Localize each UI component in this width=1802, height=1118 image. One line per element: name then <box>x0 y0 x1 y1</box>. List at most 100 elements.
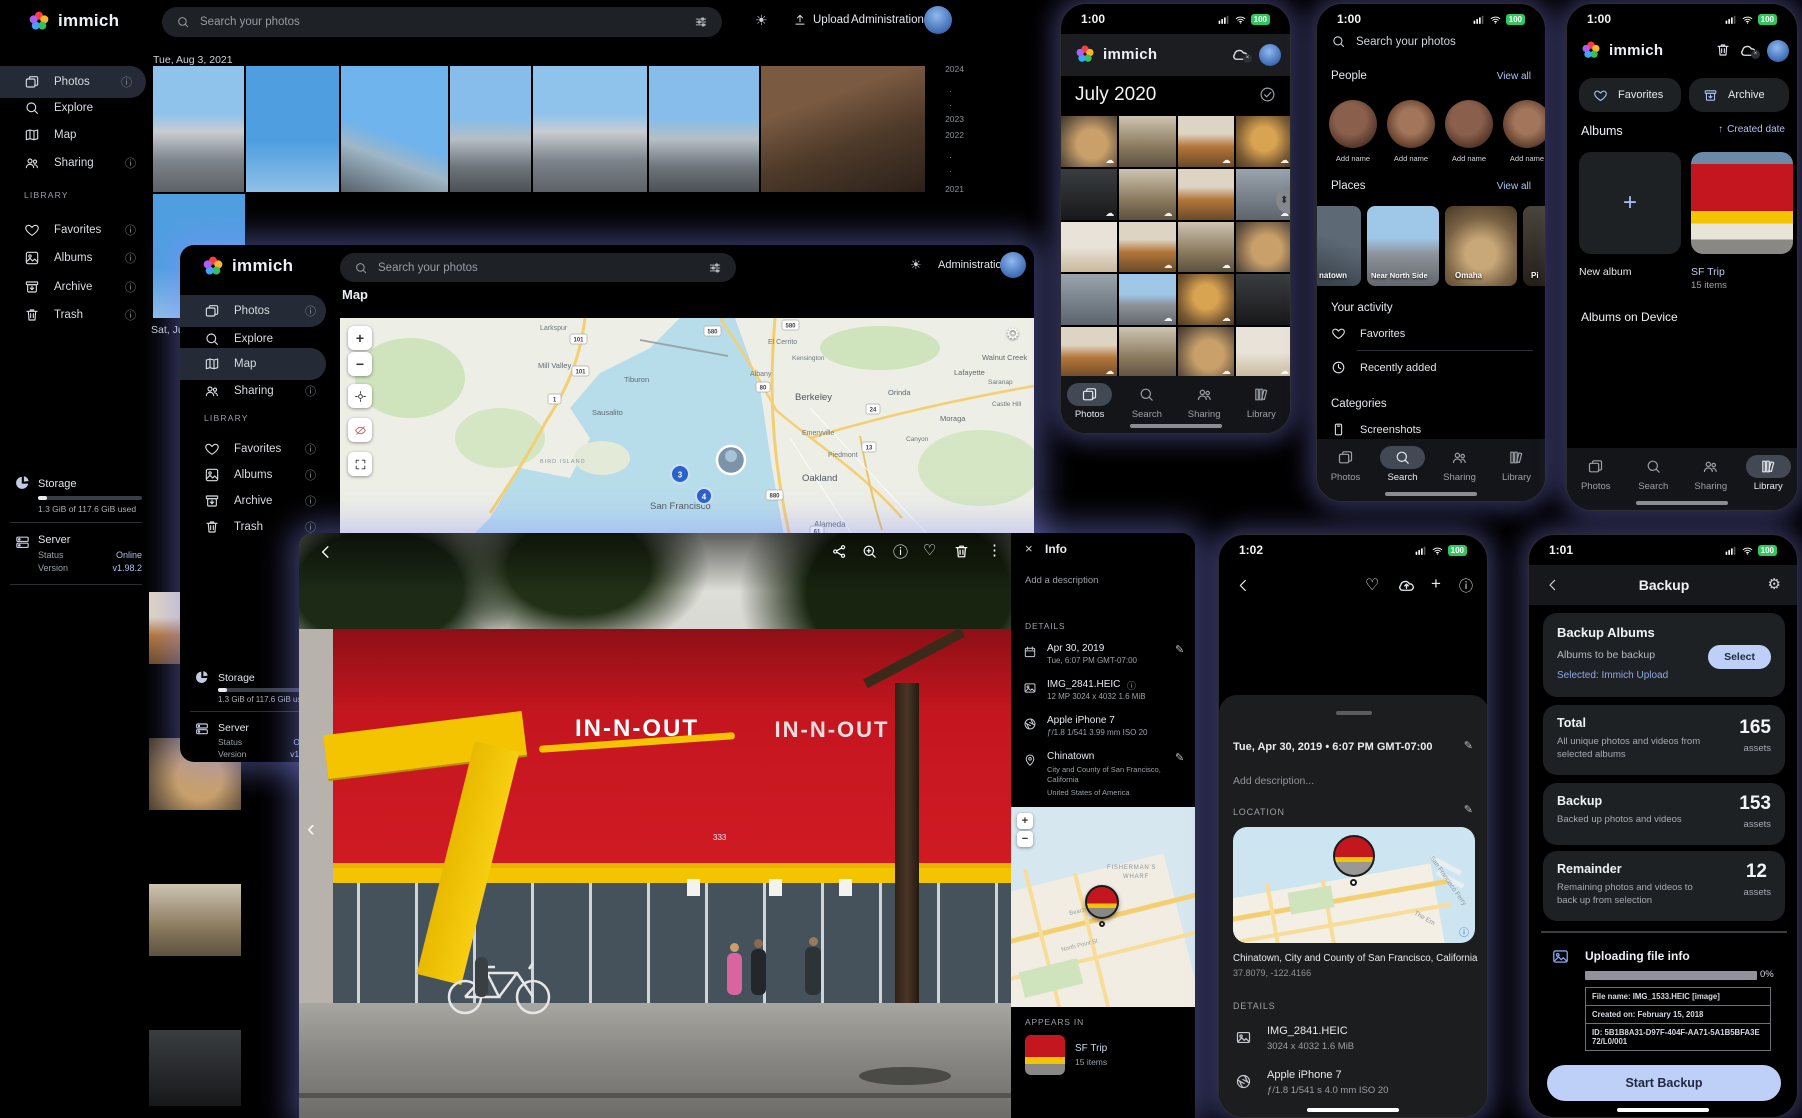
new-album-button[interactable]: + <box>1579 152 1681 254</box>
sidebar-item-trash[interactable]: Trashⓘ <box>0 299 150 331</box>
info-icon[interactable]: ⓘ <box>305 467 316 483</box>
photo-thumbnail[interactable] <box>1061 274 1117 325</box>
more-options-icon[interactable]: ⋮ <box>987 541 1002 559</box>
map-attribution-icon[interactable]: ⓘ <box>1459 924 1469 939</box>
photo-thumbnail[interactable]: ☁ <box>1178 222 1234 273</box>
people-view-all-link[interactable]: View all <box>1497 71 1531 82</box>
archive-button[interactable]: Archive <box>1689 78 1789 112</box>
file-info-icon[interactable]: ⓘ <box>1127 679 1136 692</box>
map-hide-markers-button[interactable] <box>348 418 372 442</box>
photo-thumbnail[interactable] <box>341 66 448 192</box>
album-card[interactable] <box>1691 152 1793 254</box>
info-icon[interactable]: ⓘ <box>125 279 136 295</box>
info-icon[interactable]: ⓘ <box>1459 576 1473 596</box>
zoom-in-icon[interactable] <box>861 543 878 560</box>
info-map-photo-marker[interactable] <box>1085 885 1119 919</box>
tab-photos[interactable]: Photos <box>1570 455 1622 492</box>
tab-photos[interactable]: Photos <box>1320 446 1372 483</box>
sidebar-item-sharing[interactable]: Sharingⓘ <box>0 147 150 179</box>
share-icon[interactable] <box>831 543 848 560</box>
administration-link[interactable]: Administration <box>851 14 924 26</box>
info-icon[interactable]: ⓘ <box>305 493 316 509</box>
administration-link[interactable]: Administration <box>938 259 1008 271</box>
favorites-row[interactable]: Favorites <box>1331 326 1405 341</box>
info-map[interactable]: FISHERMAN'S WHARF Beach Street North Poi… <box>1011 807 1195 1007</box>
photo-thumbnail[interactable]: ☁ <box>1061 169 1117 220</box>
upload-button[interactable]: Upload <box>793 13 849 27</box>
location-map-card[interactable]: San Francisco Ferry The Em ⓘ <box>1233 827 1475 943</box>
album-row[interactable]: SF Trip 15 items <box>1025 1033 1185 1077</box>
select-all-check-icon[interactable] <box>1259 86 1276 103</box>
immich-logo[interactable]: immich <box>28 10 119 32</box>
photo-thumbnail[interactable]: ☁ <box>1119 274 1175 325</box>
info-map-zoom-out[interactable]: − <box>1017 831 1033 847</box>
person-avatar[interactable] <box>1503 100 1546 148</box>
avatar[interactable] <box>1259 44 1281 66</box>
info-icon[interactable]: ⓘ <box>125 222 136 238</box>
filter-sliders-icon[interactable] <box>694 15 708 29</box>
photo-thumbnail[interactable] <box>1119 327 1175 378</box>
photo-thumbnail[interactable] <box>649 66 759 192</box>
add-description-field[interactable]: Add a description <box>1025 575 1098 586</box>
album-name[interactable]: SF Trip <box>1691 266 1725 278</box>
add-name-link[interactable]: Add name <box>1387 154 1435 163</box>
edit-date-pencil-icon[interactable]: ✎ <box>1464 739 1473 752</box>
immich-logo[interactable]: immich <box>202 255 293 277</box>
scrubber-year[interactable]: 2021 <box>945 184 964 194</box>
settings-gear-icon[interactable]: ⚙ <box>1768 575 1781 593</box>
filter-sliders-icon[interactable] <box>708 261 722 275</box>
info-icon[interactable]: ⓘ <box>125 155 136 171</box>
photo-thumbnail[interactable] <box>1061 222 1117 273</box>
search-input[interactable]: Search your photos <box>1331 34 1456 49</box>
info-icon[interactable]: ⓘ <box>305 383 316 399</box>
photo-thumbnail[interactable] <box>246 66 339 192</box>
sort-control[interactable]: ↑Created date <box>1718 124 1785 135</box>
scrubber-year[interactable]: 2024 <box>945 64 964 74</box>
edit-location-pencil-icon[interactable]: ✎ <box>1464 803 1473 816</box>
map-settings-gear-icon[interactable]: ⚙ <box>1006 324 1020 344</box>
tab-sharing[interactable]: Sharing <box>1434 446 1486 483</box>
photo-thumbnail[interactable]: ☁ <box>1236 116 1291 167</box>
photo-area[interactable] <box>1219 601 1488 695</box>
close-icon[interactable]: × <box>1025 541 1033 556</box>
previous-photo-chevron[interactable]: ‹ <box>307 815 315 843</box>
map-zoom-out-button[interactable]: − <box>348 352 372 376</box>
photo-thumbnail[interactable] <box>1236 274 1291 325</box>
photo-thumbnail[interactable]: ☁ <box>1061 327 1117 378</box>
theme-toggle-sun-icon[interactable]: ☀ <box>755 12 768 29</box>
add-to-album-plus-icon[interactable]: + <box>1431 574 1441 594</box>
back-arrow-icon[interactable] <box>1235 577 1252 594</box>
favorite-heart-icon[interactable]: ♡ <box>923 541 936 559</box>
photo-thumbnail[interactable]: ☁ <box>1178 327 1234 378</box>
screenshots-row[interactable]: Screenshots <box>1331 422 1421 437</box>
photo-thumbnail[interactable]: ☁ <box>1236 327 1291 378</box>
info-map-zoom-in[interactable]: + <box>1017 813 1033 829</box>
photo-thumbnail[interactable] <box>149 884 241 956</box>
info-icon[interactable]: ⓘ <box>125 307 136 323</box>
cloud-upload-icon[interactable] <box>1397 576 1416 595</box>
info-icon[interactable]: ⓘ <box>305 441 316 457</box>
favorite-heart-icon[interactable]: ♡ <box>1365 575 1379 595</box>
start-backup-button[interactable]: Start Backup <box>1547 1065 1781 1101</box>
info-icon[interactable]: ⓘ <box>125 250 136 266</box>
scrubber-year[interactable]: 2023 <box>945 114 964 124</box>
tab-search[interactable]: Search <box>1121 383 1173 420</box>
photo-thumbnail[interactable] <box>761 66 925 192</box>
edit-location-pencil-icon[interactable]: ✎ <box>1175 751 1184 764</box>
select-button[interactable]: Select <box>1708 645 1771 669</box>
photo-thumbnail[interactable]: ☁ <box>1061 116 1117 167</box>
scrubber-year[interactable]: 2022 <box>945 130 964 140</box>
person-avatar[interactable] <box>1329 100 1377 148</box>
map-photo-marker[interactable] <box>1333 835 1375 877</box>
tab-search[interactable]: Search <box>1377 446 1429 483</box>
person-avatar[interactable] <box>1387 100 1435 148</box>
trash-icon[interactable] <box>1715 42 1731 58</box>
place-card[interactable]: natown <box>1316 206 1361 286</box>
map-zoom-in-button[interactable]: + <box>348 326 372 350</box>
add-name-link[interactable]: Add name <box>1329 154 1377 163</box>
avatar[interactable] <box>1767 40 1789 62</box>
photo-thumbnail[interactable]: ☁ <box>1119 222 1175 273</box>
photo-thumbnail[interactable] <box>1119 116 1175 167</box>
person-avatar[interactable] <box>1445 100 1493 148</box>
photo-thumbnail[interactable] <box>450 66 531 192</box>
